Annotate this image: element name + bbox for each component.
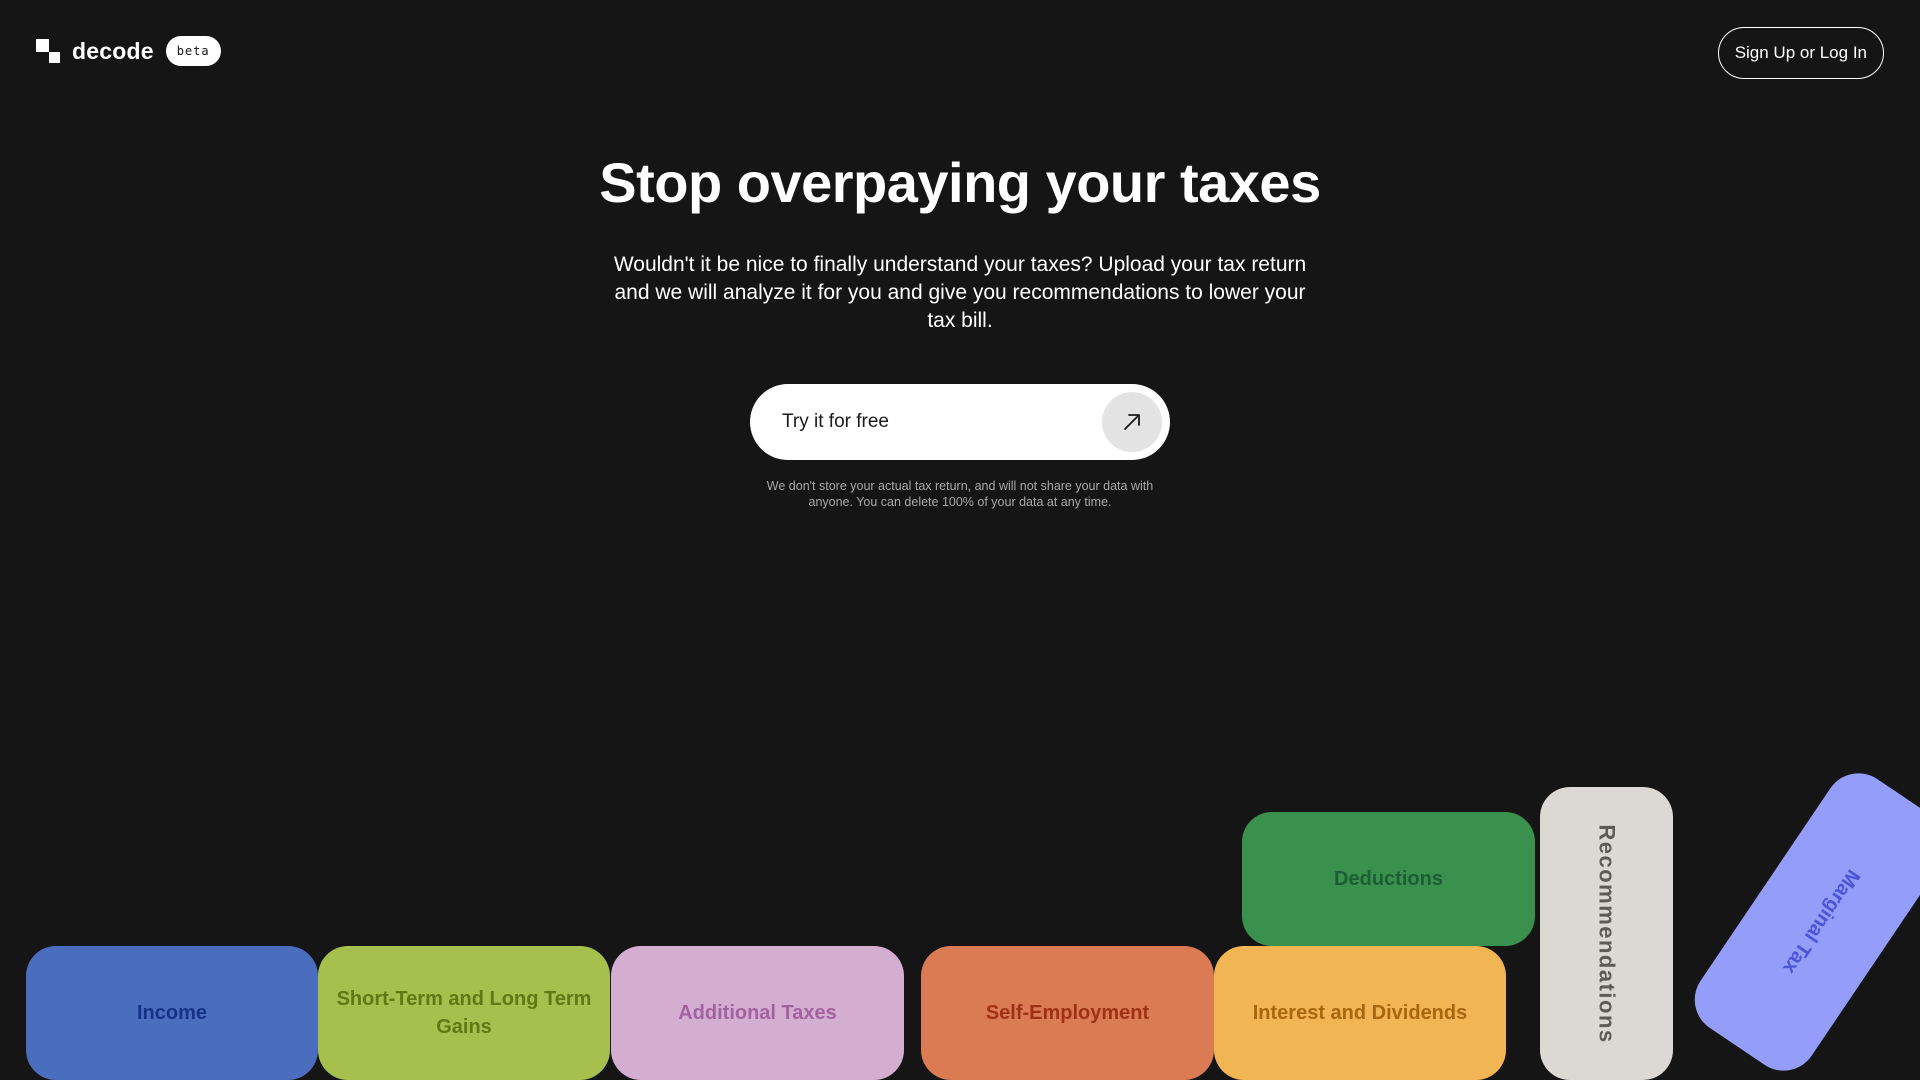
logo-mark-icon: [36, 39, 60, 63]
arrow-up-right-icon[interactable]: [1102, 392, 1162, 452]
hero-subtitle: Wouldn't it be nice to finally understan…: [613, 253, 1307, 332]
category-label: Marginal Tax: [1778, 865, 1864, 979]
category-card-deductions: Deductions: [1242, 812, 1535, 946]
hero-title: Stop overpaying your taxes: [599, 151, 1321, 214]
category-label: Short-Term and Long Term Gains: [336, 988, 592, 1038]
category-label: Self-Employment: [985, 1002, 1150, 1024]
category-card-additional-taxes: Additional Taxes: [611, 946, 904, 1080]
category-label: Additional Taxes: [678, 1002, 837, 1024]
category-label: Deductions: [1334, 868, 1443, 890]
category-label: Income: [136, 1002, 208, 1024]
category-card-income: Income: [26, 946, 318, 1080]
try-free-button[interactable]: Try it for free: [750, 384, 1170, 460]
brand-name: decode: [72, 37, 154, 64]
sign-up-log-in-button[interactable]: Sign Up or Log In: [1717, 27, 1884, 79]
brand-logo[interactable]: decode beta: [36, 36, 221, 66]
beta-badge: beta: [165, 36, 221, 66]
category-label: Interest and Dividends: [1252, 1002, 1468, 1024]
category-label: Recommendations: [1594, 823, 1620, 1044]
category-card-gains: Short-Term and Long Term Gains: [318, 946, 610, 1080]
cta-label: Try it for free: [782, 411, 889, 432]
category-card-self-employment: Self-Employment: [921, 946, 1214, 1080]
category-card-recommendations: Recommendations: [1540, 787, 1673, 1080]
landing-page: decode beta Sign Up or Log In Stop overp…: [0, 0, 1920, 1080]
privacy-note: We don't store your actual tax return, a…: [766, 479, 1154, 509]
category-card-marginal-tax: Marginal Tax: [1681, 760, 1920, 1080]
category-card-interest-dividends: Interest and Dividends: [1214, 946, 1506, 1080]
